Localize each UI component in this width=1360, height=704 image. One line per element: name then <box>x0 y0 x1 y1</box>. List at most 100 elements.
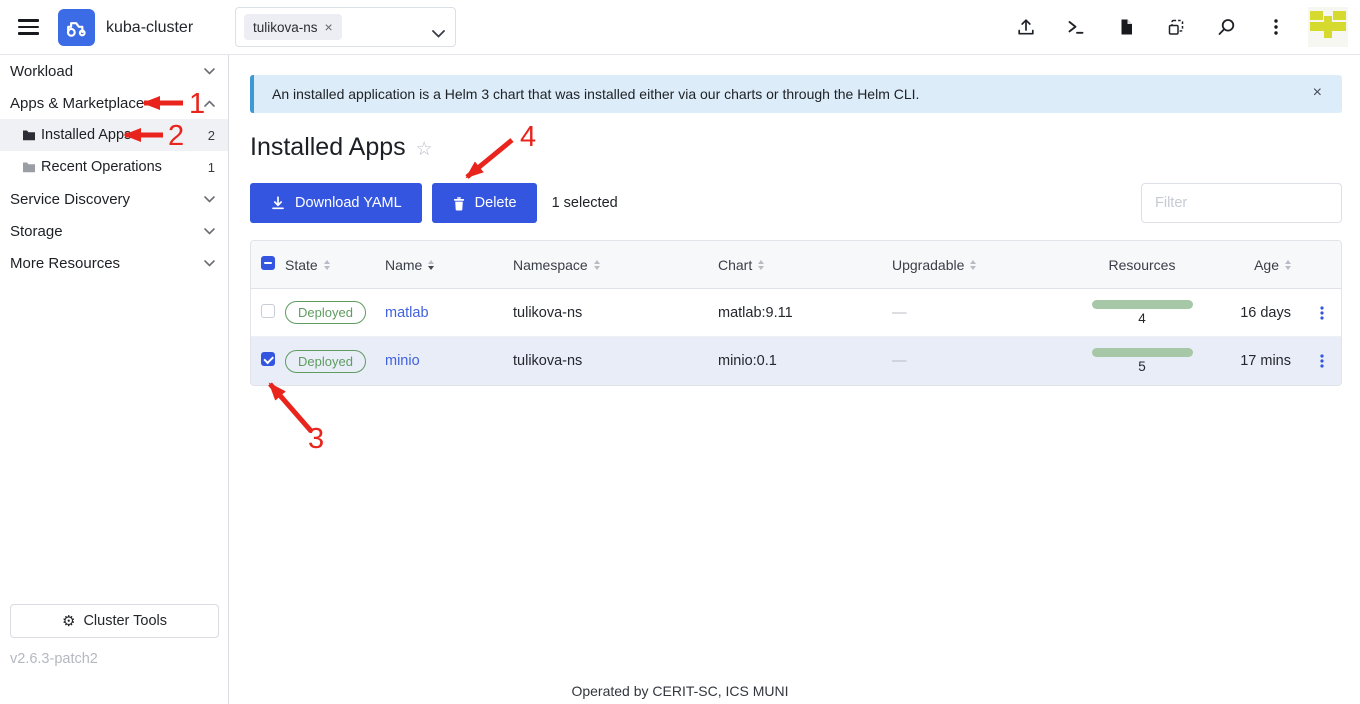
app-name-link[interactable]: minio <box>385 353 420 369</box>
resources-count: 4 <box>1138 311 1146 326</box>
row-checkbox[interactable] <box>261 304 275 318</box>
chevron-down-icon <box>204 260 215 267</box>
download-yaml-button[interactable]: Download YAML <box>250 183 422 223</box>
sort-icon <box>324 260 330 270</box>
namespace-cell: tulikova-ns <box>513 353 718 369</box>
namespace-filter-select[interactable]: tulikova-ns × <box>235 7 456 47</box>
favorite-star-icon[interactable]: ☆ <box>416 138 433 161</box>
filter-input[interactable] <box>1141 183 1342 223</box>
sidebar-group-label: Workload <box>10 63 73 80</box>
table-header-row: State Name Namespace Chart Upgradable Re… <box>251 241 1341 289</box>
sort-icon <box>594 260 600 270</box>
sort-icon <box>758 260 764 270</box>
table-row: Deployed matlab tulikova-ns matlab:9.11 … <box>251 289 1341 337</box>
cluster-tools-label: Cluster Tools <box>83 613 167 629</box>
tractor-icon <box>63 14 90 41</box>
column-header-state[interactable]: State <box>285 257 385 273</box>
resources-bar <box>1092 348 1193 357</box>
status-badge: Deployed <box>285 350 366 373</box>
topbar-actions <box>1016 17 1286 37</box>
installed-apps-table: State Name Namespace Chart Upgradable Re… <box>250 240 1342 386</box>
version-label: v2.6.3-patch2 <box>10 651 98 667</box>
sidebar-group-workload[interactable]: Workload <box>0 55 228 87</box>
age-cell: 16 days <box>1232 305 1302 321</box>
column-header-namespace[interactable]: Namespace <box>513 257 718 273</box>
resources-bar <box>1092 300 1193 309</box>
search-icon[interactable] <box>1216 17 1236 37</box>
sidebar-group-label: Apps & Marketplace <box>10 95 144 112</box>
upgradable-cell: — <box>892 305 1052 321</box>
kebab-menu-icon[interactable] <box>1266 17 1286 37</box>
column-header-name[interactable]: Name <box>385 257 513 273</box>
selected-count: 1 selected <box>552 195 618 211</box>
sidebar-group-label: Service Discovery <box>10 191 130 208</box>
select-all-checkbox[interactable] <box>261 256 275 270</box>
sort-icon <box>970 260 976 270</box>
kubeconfig-file-icon[interactable] <box>1116 17 1136 37</box>
footer-text: Operated by CERIT-SC, ICS MUNI <box>0 683 1360 699</box>
chevron-down-icon <box>204 228 215 235</box>
chevron-up-icon <box>204 100 215 107</box>
sidebar-item-label: Recent Operations <box>41 159 162 175</box>
sidebar-group-more-resources[interactable]: More Resources <box>0 247 228 279</box>
toolbar: Download YAML Delete 1 selected <box>250 183 1342 223</box>
sidebar-group-label: Storage <box>10 223 63 240</box>
app-name-link[interactable]: matlab <box>385 305 429 321</box>
copy-kubeconfig-icon[interactable] <box>1166 17 1186 37</box>
table-row: Deployed minio tulikova-ns minio:0.1 — 5… <box>251 337 1341 385</box>
age-cell: 17 mins <box>1232 353 1302 369</box>
close-icon[interactable]: × <box>1313 84 1322 102</box>
download-yaml-label: Download YAML <box>295 195 402 211</box>
sidebar-item-installed-apps[interactable]: Installed Apps 2 <box>0 119 228 151</box>
page-title: Installed Apps <box>250 133 406 162</box>
user-avatar[interactable] <box>1308 7 1348 47</box>
sidebar-item-label: Installed Apps <box>41 127 131 143</box>
upload-icon[interactable] <box>1016 17 1036 37</box>
item-count-badge: 2 <box>208 128 215 143</box>
top-bar: kuba-cluster tulikova-ns × <box>0 0 1360 55</box>
sort-icon <box>428 260 434 270</box>
upgradable-cell: — <box>892 353 1052 369</box>
sidebar-group-apps-marketplace[interactable]: Apps & Marketplace <box>0 87 228 119</box>
download-icon <box>270 195 286 211</box>
namespace-chip: tulikova-ns × <box>244 14 342 40</box>
page-header: Installed Apps ☆ <box>250 133 433 162</box>
folder-icon <box>22 161 36 173</box>
row-menu-icon[interactable] <box>1302 305 1341 321</box>
sidebar-group-label: More Resources <box>10 255 120 272</box>
app-logo[interactable] <box>58 9 95 46</box>
sort-icon <box>1285 260 1291 270</box>
chart-cell: matlab:9.11 <box>718 305 892 321</box>
delete-button[interactable]: Delete <box>432 183 537 223</box>
sidebar-group-storage[interactable]: Storage <box>0 215 228 247</box>
status-badge: Deployed <box>285 301 366 324</box>
column-header-chart[interactable]: Chart <box>718 257 892 273</box>
kubectl-shell-icon[interactable] <box>1066 17 1086 37</box>
trash-icon <box>452 196 466 211</box>
cluster-name: kuba-cluster <box>106 19 193 37</box>
info-banner: An installed application is a Helm 3 cha… <box>250 75 1342 113</box>
info-banner-text: An installed application is a Helm 3 cha… <box>272 86 919 102</box>
remove-namespace-icon[interactable]: × <box>325 20 333 34</box>
column-header-age[interactable]: Age <box>1232 257 1302 273</box>
chevron-down-icon <box>204 68 215 75</box>
delete-label: Delete <box>475 195 517 211</box>
chevron-down-icon <box>204 196 215 203</box>
sidebar-item-recent-operations[interactable]: Recent Operations 1 <box>0 151 228 183</box>
resources-cell: 4 <box>1052 300 1232 326</box>
row-checkbox[interactable] <box>261 352 275 366</box>
gear-icon: ⚙ <box>62 614 75 629</box>
folder-icon <box>22 129 36 141</box>
row-menu-icon[interactable] <box>1302 353 1341 369</box>
namespace-chip-label: tulikova-ns <box>253 20 318 35</box>
item-count-badge: 1 <box>208 160 215 175</box>
column-header-resources: Resources <box>1052 257 1232 273</box>
sidebar: Workload Apps & Marketplace Installed Ap… <box>0 55 229 704</box>
cluster-tools-button[interactable]: ⚙ Cluster Tools <box>10 604 219 638</box>
main-content: An installed application is a Helm 3 cha… <box>230 55 1360 704</box>
hamburger-menu-icon[interactable] <box>18 19 39 35</box>
sidebar-group-service-discovery[interactable]: Service Discovery <box>0 183 228 215</box>
namespace-cell: tulikova-ns <box>513 305 718 321</box>
column-header-upgradable[interactable]: Upgradable <box>892 257 1052 273</box>
resources-cell: 5 <box>1052 348 1232 374</box>
